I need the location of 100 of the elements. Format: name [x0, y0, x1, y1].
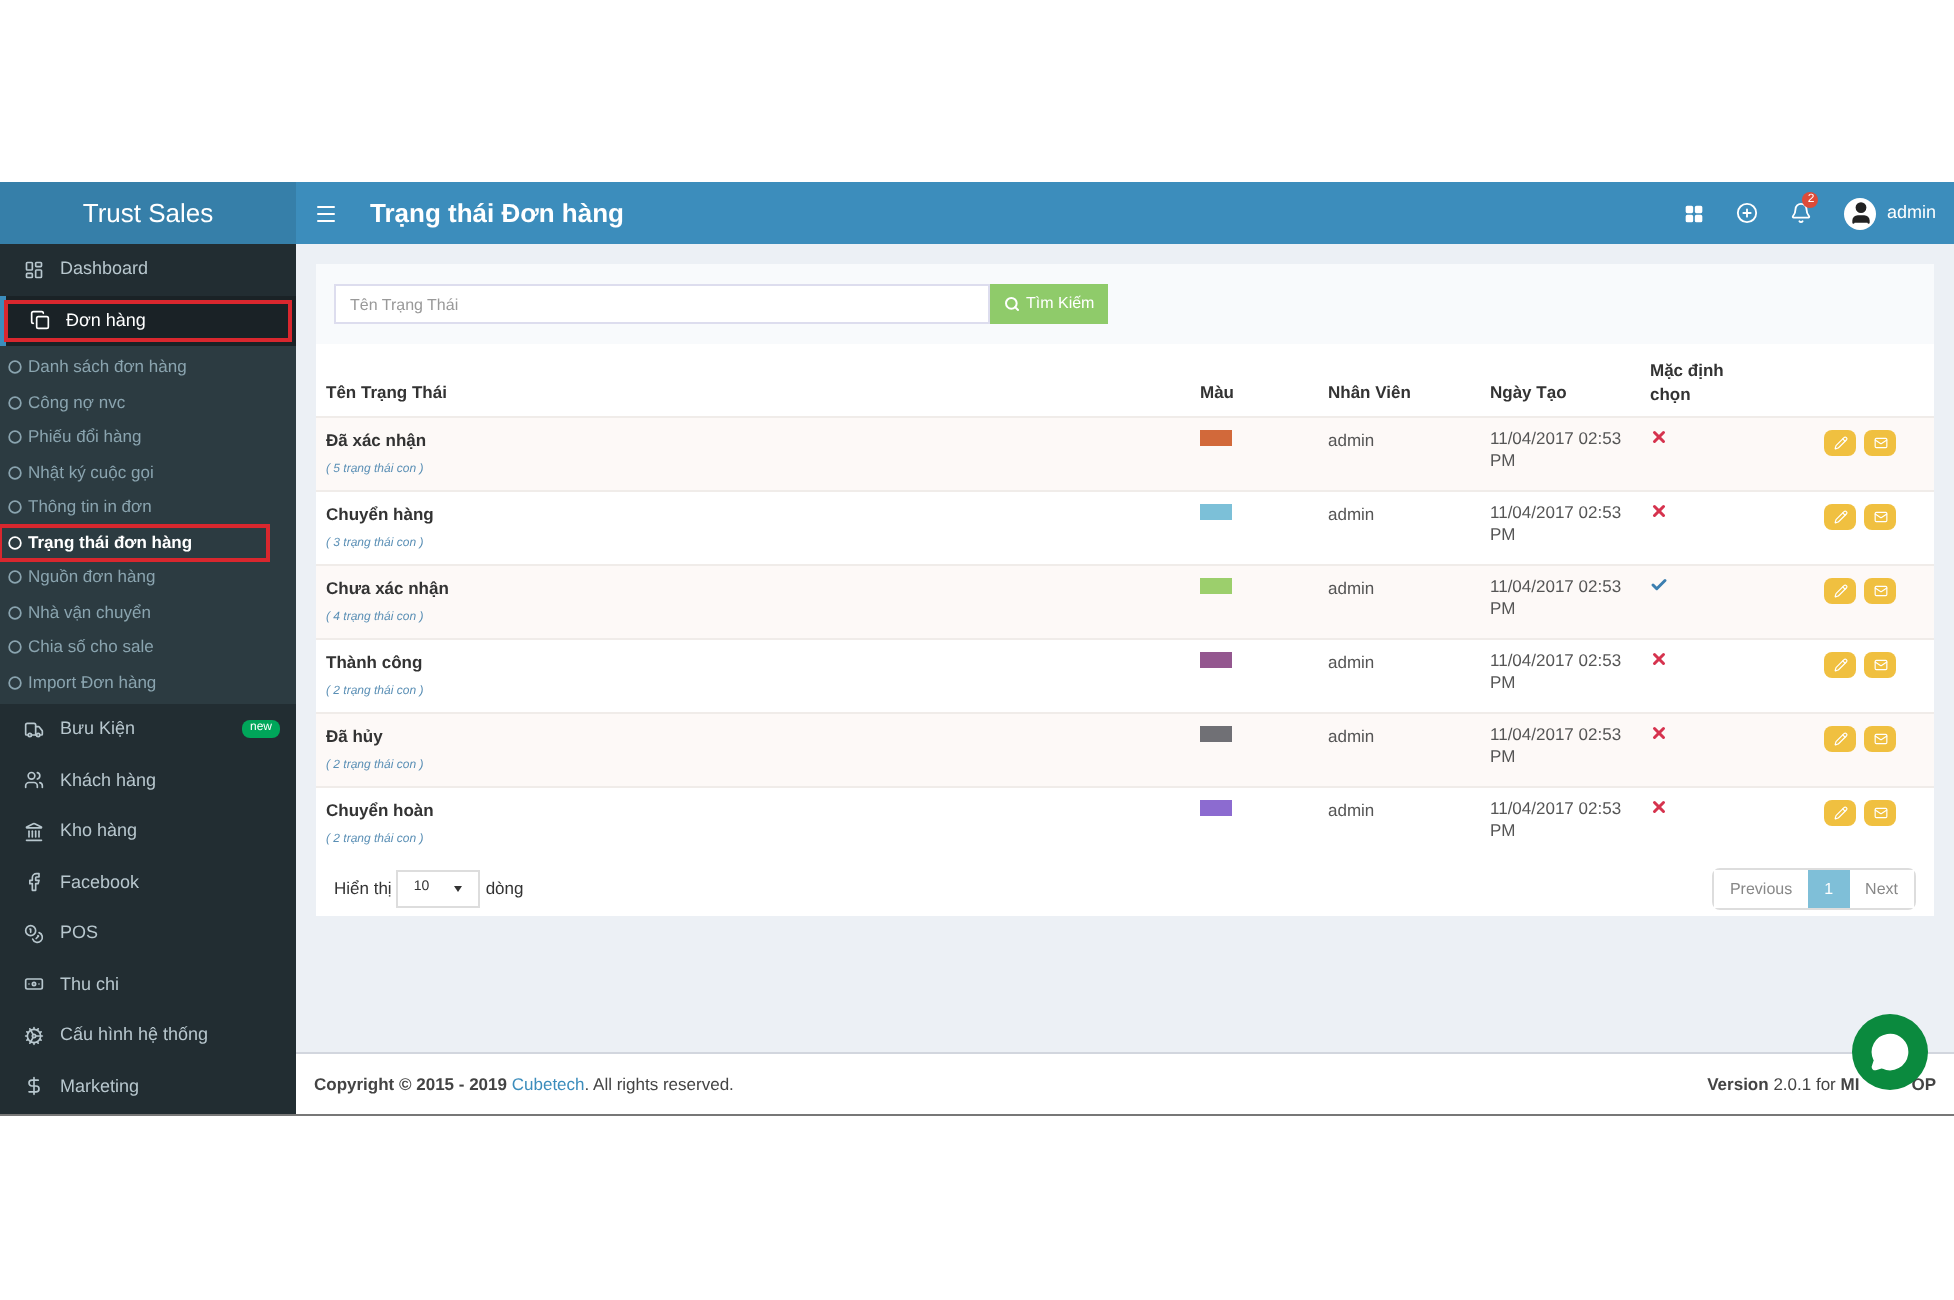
edit-button[interactable] [1824, 430, 1856, 456]
table-cell-text: 11/04/2017 02:53 PM [1490, 724, 1624, 770]
sidebar-item[interactable]: Thu chi [0, 959, 296, 1010]
submenu-item[interactable]: Thông tin in đơn [0, 490, 296, 525]
company-link[interactable]: Cubetech [511, 1073, 585, 1094]
status-name: Chưa xác nhận [326, 576, 451, 602]
column-header: Tên Trạng Thái [326, 380, 449, 406]
sidebar-item[interactable]: Khách hàng [0, 755, 296, 806]
edit-button[interactable] [1824, 578, 1856, 604]
mail-button[interactable] [1864, 726, 1896, 752]
sidebar-item[interactable]: Cấu hình hệ thống [0, 1010, 296, 1061]
table-cell-text: 11/04/2017 02:53 PM [1490, 650, 1624, 696]
sidebar-label: Đơn hàng [66, 307, 146, 334]
column-header: Ngày Tạo [1490, 380, 1569, 406]
facebook-icon [24, 872, 44, 893]
circle-icon [8, 430, 22, 445]
search-icon [1004, 296, 1020, 312]
edit-icon [1833, 584, 1847, 598]
sidebar-item[interactable]: POS [0, 908, 296, 959]
bank-icon [24, 821, 44, 842]
status-name: Thành công [326, 650, 425, 676]
gears-icon [24, 1025, 44, 1046]
edit-icon [1833, 436, 1847, 450]
status-name: Chuyển hoàn [326, 798, 436, 824]
dashboard-icon [24, 259, 44, 280]
avatar-icon[interactable] [1844, 197, 1877, 229]
sidebar-label: Facebook [60, 869, 140, 895]
edit-button[interactable] [1824, 652, 1856, 678]
copy-icon [30, 310, 50, 331]
submenu-item[interactable]: Danh sách đơn hàng [0, 350, 296, 385]
coin-icon [24, 923, 44, 944]
sidebar-label: POS [60, 920, 99, 946]
table-cell-text: 11/04/2017 02:53 PM [1490, 798, 1624, 844]
brand-name[interactable]: Trust Sales [82, 193, 214, 233]
users-icon [24, 770, 44, 791]
table-cell-text: admin [1328, 428, 1377, 454]
sidebar-label: Bưu Kiện [60, 716, 136, 742]
sidebar-item[interactable]: Đơn hàng [0, 295, 296, 346]
table-cell-text: admin [1328, 724, 1377, 750]
copyright-text: Copyright © 2015 - 2019 Cubetech. All rights reserved. [314, 1071, 734, 1097]
sidebar-label: Thu chi [60, 971, 120, 997]
submenu-item[interactable]: Công nợ nvc [0, 385, 296, 420]
circle-icon [8, 465, 22, 480]
mail-icon [1873, 436, 1887, 450]
edit-button[interactable] [1824, 504, 1856, 530]
submenu-item[interactable]: Import Đơn hàng [0, 665, 296, 700]
submenu-item[interactable]: Chia số cho sale [0, 630, 296, 665]
chat-icon [1870, 1032, 1910, 1072]
mail-icon [1873, 732, 1887, 746]
column-header: Mặc định chọn [1650, 358, 1726, 406]
mail-icon [1873, 658, 1887, 672]
caret-icon [453, 886, 462, 892]
circle-icon [8, 570, 22, 585]
dollar-icon [24, 1076, 44, 1097]
table-cell-text: admin [1328, 798, 1377, 824]
sidebar-label: Khách hàng [60, 767, 157, 794]
table-cell-text: 11/04/2017 02:53 PM [1490, 576, 1624, 622]
search-field[interactable]: Tên Trạng Thái [334, 284, 990, 324]
mail-button[interactable] [1864, 504, 1896, 530]
submenu-item[interactable]: Phiếu đổi hàng [0, 420, 296, 455]
table-cell-text: 11/04/2017 02:53 PM [1490, 502, 1624, 548]
show-label: Hiển thị [334, 876, 392, 902]
sidebar-label: Cấu hình hệ thống [60, 1022, 209, 1048]
sidebar-item[interactable]: Dashboard [0, 244, 296, 295]
banknote-icon [24, 974, 44, 995]
menu-icon[interactable] [314, 201, 338, 225]
submenu-item[interactable]: Nhà vận chuyển [0, 595, 296, 630]
submenu-item[interactable]: Nhật ký cuộc gọi [0, 455, 296, 490]
sidebar-label: Dashboard [60, 256, 149, 282]
circle-icon [8, 360, 22, 375]
user-name[interactable]: admin [1886, 199, 1936, 227]
mail-button[interactable] [1864, 800, 1896, 826]
version-text: Version 2.0.1 for MI [1707, 1071, 1860, 1097]
edit-icon [1833, 658, 1847, 672]
circle-icon [8, 395, 22, 410]
status-name: Đã xác nhận [326, 428, 429, 454]
edit-icon [1833, 510, 1847, 524]
mail-icon [1873, 510, 1887, 524]
edit-button[interactable] [1824, 800, 1856, 826]
product-name: OP [1911, 1071, 1936, 1097]
status-name: Đã hủy [326, 724, 385, 750]
submenu-item[interactable]: Nguồn đơn hàng [0, 560, 296, 595]
sidebar-label: Kho hàng [60, 818, 138, 844]
rows-label: dòng [485, 876, 524, 902]
sidebar-label: Marketing [60, 1073, 140, 1100]
table-cell-text: admin [1328, 650, 1377, 676]
sidebar-item[interactable]: Marketing [0, 1061, 296, 1112]
mail-button[interactable] [1864, 430, 1896, 456]
mail-button[interactable] [1864, 578, 1896, 604]
edit-icon [1833, 806, 1847, 820]
plus-circle-icon[interactable] [1736, 202, 1759, 224]
sidebar-item[interactable]: Kho hàng [0, 806, 296, 857]
submenu-item[interactable]: Trạng thái đơn hàng [0, 525, 268, 560]
mail-button[interactable] [1864, 652, 1896, 678]
edit-button[interactable] [1824, 726, 1856, 752]
truck-icon [24, 719, 44, 740]
grid-icon[interactable] [1684, 203, 1705, 223]
sidebar-item[interactable]: Facebook [0, 857, 296, 908]
bell-icon[interactable] [1790, 202, 1813, 224]
mail-icon [1873, 584, 1887, 598]
